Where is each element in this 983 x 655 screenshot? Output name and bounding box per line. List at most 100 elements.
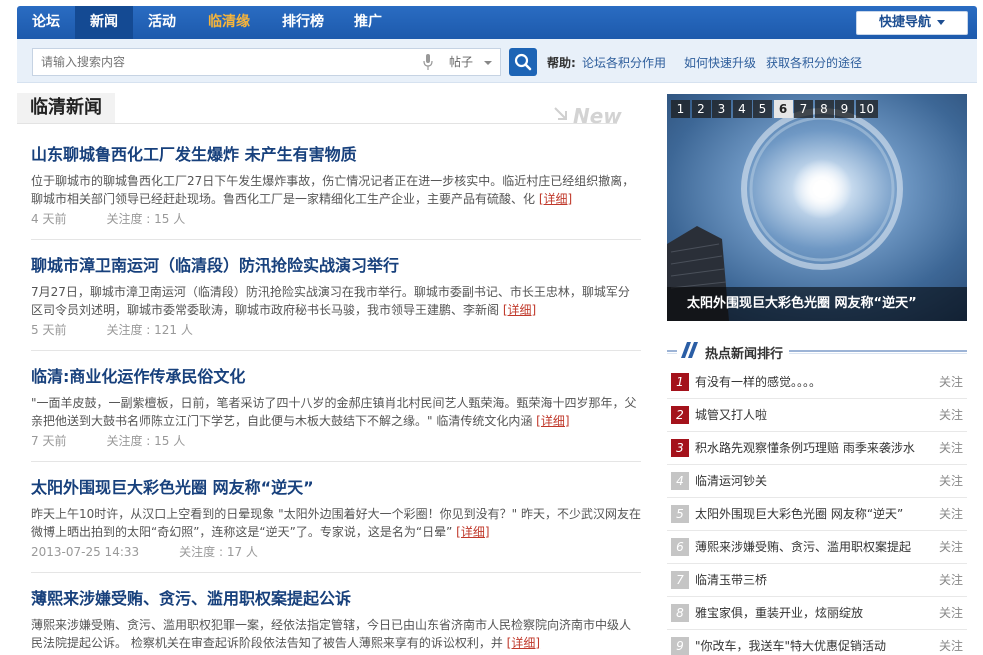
news-summary-text: 薄熙来涉嫌受贿、贪污、滥用职权犯罪一案，经依法指定管辖，今日已由山东省济南市人民… — [31, 618, 632, 650]
rank-badge: 3 — [671, 439, 689, 457]
nav-item-linqingyuan[interactable]: 临清缘 — [191, 6, 267, 39]
search-bar: 帖子 帮助: 论坛各积分作用 如何快速升级 获取各积分的途径 — [17, 39, 977, 83]
hot-news-text[interactable]: 临清玉带三桥 — [695, 564, 925, 596]
news-time: 5 天前 — [31, 323, 67, 337]
help-label: 帮助: — [547, 56, 576, 70]
news-detail-link[interactable]: [详细] — [503, 303, 536, 317]
news-summary-text: 昨天上午10时许，从汉口上空看到的日晕现象 "太阳外边围着好大一个彩圈！你见到没… — [31, 507, 641, 539]
section-divider — [17, 123, 617, 124]
hot-news-item[interactable]: 2 城管又打人啦 关注 — [667, 399, 967, 432]
rank-badge: 7 — [671, 571, 689, 589]
hot-news-item[interactable]: 5 太阳外围现巨大彩色光圈 网友称“逆天” 关注 — [667, 498, 967, 531]
microphone-icon[interactable] — [423, 53, 433, 71]
slide-number[interactable]: 10 — [855, 100, 878, 118]
hot-news-text[interactable]: "你改车，我送车"特大优惠促销活动 — [695, 630, 925, 655]
hot-news-item[interactable]: 1 有没有一样的感觉。。。。 关注 — [667, 366, 967, 399]
search-input[interactable] — [32, 48, 457, 76]
news-summary: 薄熙来涉嫌受贿、贪污、滥用职权犯罪一案，经依法指定管辖，今日已由山东省济南市人民… — [31, 616, 641, 652]
news-summary: "一面羊皮鼓，一副紫檀板，日前，笔者采访了四十八岁的金郝庄镇肖北村民间艺人甄荣海… — [31, 394, 641, 430]
follow-link[interactable]: 关注 — [939, 630, 963, 655]
rank-badge: 1 — [671, 373, 689, 391]
news-detail-link[interactable]: [详细] — [536, 414, 569, 428]
nav-item-events[interactable]: 活动 — [133, 6, 191, 39]
follow-link[interactable]: 关注 — [939, 366, 963, 398]
slide-number-active[interactable]: 6 — [773, 100, 793, 118]
image-slideshow[interactable]: 1 2 3 4 5 6 7 8 9 10 太阳外围现巨大彩色光圈 网友称“逆天” — [667, 94, 967, 321]
news-detail-link[interactable]: [详细] — [456, 525, 489, 539]
news-title[interactable]: 太阳外围现巨大彩色光圈 网友称“逆天” — [31, 477, 641, 499]
slide-number[interactable]: 8 — [814, 100, 834, 118]
nav-item-promotion[interactable]: 推广 — [339, 6, 397, 39]
news-title[interactable]: 薄熙来涉嫌受贿、贪污、滥用职权案提起公诉 — [31, 588, 641, 610]
slide-number[interactable]: 4 — [732, 100, 752, 118]
slide-number[interactable]: 3 — [712, 100, 731, 118]
news-attention: 关注度 : 121 人 — [106, 323, 193, 337]
hot-news-item[interactable]: 9 "你改车，我送车"特大优惠促销活动 关注 — [667, 630, 967, 655]
hot-news-text[interactable]: 城管又打人啦 — [695, 399, 925, 431]
hot-news-header: 热点新闻排行 — [667, 342, 967, 362]
follow-link[interactable]: 关注 — [939, 399, 963, 431]
arrow-icon — [554, 107, 567, 120]
news-item: 山东聊城鲁西化工厂发生爆炸 未产生有害物质 位于聊城市的聊城鲁西化工厂27日下午… — [31, 144, 641, 240]
rank-badge: 8 — [671, 604, 689, 622]
news-summary-text: 7月27日，聊城市漳卫南运河（临清段）防汛抢险实战演习在我市举行。聊城市委副书记… — [31, 285, 630, 317]
news-summary: 7月27日，聊城市漳卫南运河（临清段）防汛抢险实战演习在我市举行。聊城市委副书记… — [31, 283, 641, 319]
hot-news-item[interactable]: 7 临清玉带三桥 关注 — [667, 564, 967, 597]
search-button[interactable] — [509, 48, 537, 76]
chevron-down-icon — [484, 61, 492, 65]
slide-pagination: 1 2 3 4 5 6 7 8 9 10 — [671, 100, 879, 118]
hot-news-title: 热点新闻排行 — [699, 343, 790, 362]
hot-news-text[interactable]: 雅宝家俱，重装开业，炫丽绽放 — [695, 597, 925, 629]
news-title[interactable]: 聊城市漳卫南运河（临清段）防汛抢险实战演习举行 — [31, 255, 641, 277]
help-link-points[interactable]: 论坛各积分作用 — [582, 54, 666, 71]
news-attention: 关注度 : 17 人 — [179, 545, 258, 559]
slide-number[interactable]: 2 — [691, 100, 711, 118]
nav-item-forum[interactable]: 论坛 — [17, 6, 75, 39]
rank-badge: 2 — [671, 406, 689, 424]
help-link-levelup[interactable]: 如何快速升级 — [684, 54, 756, 71]
slide-number[interactable]: 7 — [794, 100, 813, 118]
news-detail-link[interactable]: [详细] — [507, 636, 540, 650]
quick-nav-button[interactable]: 快捷导航 — [856, 11, 968, 35]
news-meta: 2013-07-25 14:33 关注度 : 17 人 — [31, 543, 641, 561]
hot-news-text[interactable]: 太阳外围现巨大彩色光圈 网友称“逆天” — [695, 498, 925, 530]
news-detail-link[interactable]: [详细] — [539, 192, 572, 206]
nav-item-ranking[interactable]: 排行榜 — [267, 6, 339, 39]
slide-number[interactable]: 1 — [671, 100, 690, 118]
news-item: 薄熙来涉嫌受贿、贪污、滥用职权案提起公诉 薄熙来涉嫌受贿、贪污、滥用职权犯罪一案… — [31, 588, 641, 655]
nav-item-news[interactable]: 新闻 — [75, 6, 133, 39]
help-link-earn-points[interactable]: 获取各积分的途径 — [766, 54, 862, 71]
news-meta: 7 天前 关注度 : 15 人 — [31, 432, 641, 450]
hot-news-text[interactable]: 薄熙来涉嫌受贿、贪污、滥用职权案提起 — [695, 531, 925, 563]
news-item: 聊城市漳卫南运河（临清段）防汛抢险实战演习举行 7月27日，聊城市漳卫南运河（临… — [31, 255, 641, 351]
slide-number[interactable]: 9 — [835, 100, 854, 118]
search-icon — [514, 53, 532, 71]
follow-link[interactable]: 关注 — [939, 432, 963, 464]
rank-badge: 4 — [671, 472, 689, 490]
news-title[interactable]: 临清:商业化运作传承民俗文化 — [31, 366, 641, 388]
news-time: 4 天前 — [31, 212, 67, 226]
hot-news-text[interactable]: 积水路先观察懂条例巧理赔 雨季来袭涉水 — [695, 432, 925, 464]
news-item: 临清:商业化运作传承民俗文化 "一面羊皮鼓，一副紫檀板，日前，笔者采访了四十八岁… — [31, 366, 641, 462]
rank-badge: 6 — [671, 538, 689, 556]
follow-link[interactable]: 关注 — [939, 564, 963, 596]
follow-link[interactable]: 关注 — [939, 498, 963, 530]
news-time: 7 天前 — [31, 434, 67, 448]
hot-news-text[interactable]: 有没有一样的感觉。。。。 — [695, 366, 925, 398]
follow-link[interactable]: 关注 — [939, 531, 963, 563]
hot-news-item[interactable]: 3 积水路先观察懂条例巧理赔 雨季来袭涉水 关注 — [667, 432, 967, 465]
slide-caption[interactable]: 太阳外围现巨大彩色光圈 网友称“逆天” — [667, 287, 967, 321]
hot-news-text[interactable]: 临清运河钞关 — [695, 465, 925, 497]
hot-news-item[interactable]: 8 雅宝家俱，重装开业，炫丽绽放 关注 — [667, 597, 967, 630]
follow-link[interactable]: 关注 — [939, 597, 963, 629]
chevron-down-icon — [937, 20, 945, 25]
search-type-select[interactable]: 帖子 — [439, 48, 501, 76]
follow-link[interactable]: 关注 — [939, 465, 963, 497]
quick-nav-label: 快捷导航 — [878, 15, 931, 30]
news-time: 2013-07-25 14:33 — [31, 545, 140, 559]
news-title[interactable]: 山东聊城鲁西化工厂发生爆炸 未产生有害物质 — [31, 144, 641, 166]
hot-news-item[interactable]: 6 薄熙来涉嫌受贿、贪污、滥用职权案提起 关注 — [667, 531, 967, 564]
slide-number[interactable]: 5 — [753, 100, 772, 118]
hot-news-item[interactable]: 4 临清运河钞关 关注 — [667, 465, 967, 498]
news-attention: 关注度 : 15 人 — [106, 212, 186, 226]
